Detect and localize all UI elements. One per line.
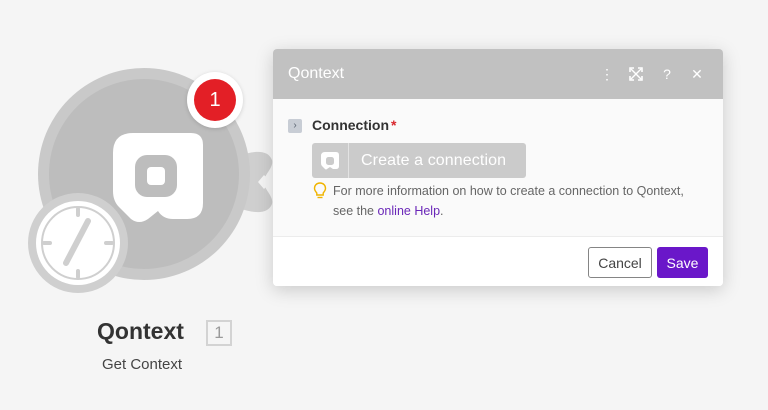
scenario-canvas[interactable]: 1 Qontext 1 Get Context Qontext ⋮ ? ✕ › … xyxy=(0,0,768,410)
chevron-right-icon[interactable]: › xyxy=(288,119,302,133)
dialog-title: Qontext xyxy=(288,65,345,82)
badge-count: 1 xyxy=(194,79,236,121)
create-connection-button[interactable]: Create a connection xyxy=(312,143,526,178)
module-title: Qontext xyxy=(97,318,184,344)
required-asterisk: * xyxy=(391,117,397,133)
more-vertical-icon[interactable]: ⋮ xyxy=(597,64,617,84)
close-icon[interactable]: ✕ xyxy=(687,64,707,84)
save-button[interactable]: Save xyxy=(657,247,708,278)
help-icon[interactable]: ? xyxy=(657,64,677,84)
maximize-icon[interactable] xyxy=(626,64,646,84)
dialog-header: Qontext ⋮ ? ✕ xyxy=(273,49,723,99)
schedule-clock-icon[interactable] xyxy=(28,193,128,293)
connection-label: Connection * xyxy=(312,117,397,133)
create-connection-label: Create a connection xyxy=(361,151,507,169)
dialog-footer: Cancel Save xyxy=(273,236,723,286)
qontext-small-logo-icon xyxy=(312,143,349,178)
cancel-button[interactable]: Cancel xyxy=(588,247,652,278)
online-help-link[interactable]: online Help xyxy=(377,204,440,218)
module-count: 1 xyxy=(206,320,232,346)
error-count-badge[interactable]: 1 xyxy=(187,72,243,128)
module-settings-dialog: Qontext ⋮ ? ✕ › Connection * Create a co… xyxy=(273,49,723,286)
module-subtitle: Get Context xyxy=(102,356,183,373)
lightbulb-icon xyxy=(313,182,327,199)
help-text: For more information on how to create a … xyxy=(333,184,684,218)
